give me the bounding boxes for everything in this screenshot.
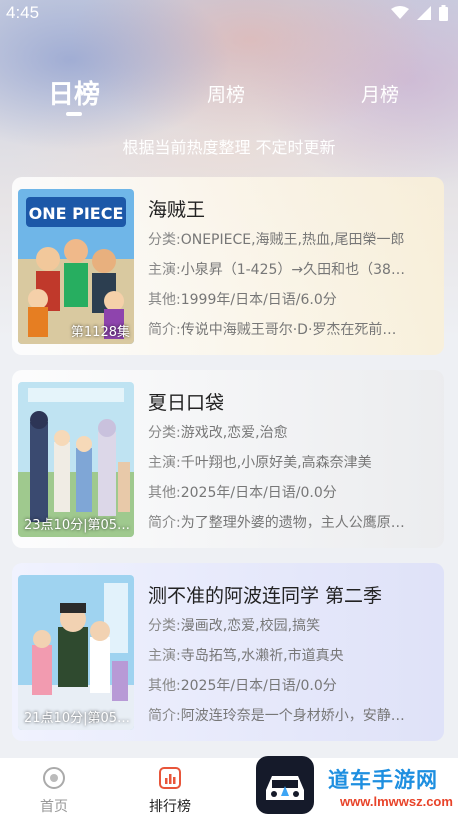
car-logo-icon [256, 756, 314, 814]
other-info-row: 其他:1999年/日本/日语/6.0分 [148, 292, 337, 308]
intro-row: 简介:传说中海贼王哥尔·D·罗杰在死前… [148, 322, 397, 338]
intro-row: 简介:阿波连玲奈是一个身材娇小，安静… [148, 708, 405, 724]
episode-badge: 第1128集 [70, 325, 130, 340]
other-info-row: 其他:2025年/日本/日语/0.0分 [148, 678, 337, 694]
status-bar: 4:45 [0, 0, 458, 26]
tab-indicator [66, 112, 82, 116]
cover-image[interactable]: 21点10分|第05… [18, 575, 134, 730]
wifi-icon [391, 6, 409, 19]
category-row: 分类:漫画改,恋爱,校园,搞笑 [148, 618, 321, 634]
site-watermark: 道车手游网 www.lmwwsz.com [328, 764, 456, 818]
cover-image[interactable]: ONE PIECE 第1128集 [18, 189, 134, 344]
cast-row: 主演:千叶翔也,小原好美,高森奈津美 [148, 455, 372, 471]
list-item[interactable]: 21点10分|第05… 测不准的阿波连同学 第二季 分类:漫画改,恋爱,校园,搞… [12, 563, 444, 741]
tab-daily[interactable]: 日榜 [48, 74, 100, 111]
category-row: 分类:游戏改,恋爱,治愈 [148, 425, 288, 441]
intro-row: 简介:为了整理外婆的遗物，主人公鹰原… [148, 515, 405, 531]
anime-title[interactable]: 夏日口袋 [148, 388, 224, 415]
ranking-icon [159, 767, 181, 789]
nav-home[interactable]: 首页 [19, 766, 89, 816]
status-icons [391, 5, 448, 21]
status-time: 4:45 [6, 3, 40, 22]
tab-monthly[interactable]: 月榜 [361, 80, 399, 107]
anime-title[interactable]: 测不准的阿波连同学 第二季 [148, 581, 382, 608]
svg-text:ONE PIECE: ONE PIECE [29, 204, 124, 223]
other-info-row: 其他:2025年/日本/日语/0.0分 [148, 485, 337, 501]
update-time-badge: 23点10分|第05… [24, 518, 131, 533]
ranking-subtitle: 根据当前热度整理 不定时更新 [122, 138, 336, 157]
signal-icon [417, 6, 431, 20]
nav-ranking-label: 排行榜 [149, 799, 191, 815]
nav-ranking[interactable]: 排行榜 [135, 766, 205, 816]
category-row: 分类:ONEPIECE,海贼王,热血,尾田榮一郎 [148, 232, 405, 248]
battery-icon [439, 5, 448, 21]
home-icon [43, 767, 65, 789]
cast-row: 主演:小泉昇（1-425）→久田和也（38… [148, 262, 405, 278]
list-item[interactable]: 23点10分|第05… 夏日口袋 分类:游戏改,恋爱,治愈 主演:千叶翔也,小原… [12, 370, 444, 548]
watermark-url: www.lmwwsz.com [340, 794, 453, 809]
list-item[interactable]: ONE PIECE 第1128集 海贼王 分类:ONEPIECE,海贼王,热血,… [12, 177, 444, 355]
nav-home-label: 首页 [40, 799, 68, 815]
cover-image[interactable]: 23点10分|第05… [18, 382, 134, 537]
cast-row: 主演:寺岛拓笃,水濑祈,市道真央 [148, 648, 344, 664]
anime-title[interactable]: 海贼王 [148, 195, 205, 222]
tab-weekly[interactable]: 周榜 [207, 80, 245, 107]
watermark-text: 道车手游网 [328, 768, 438, 792]
update-time-badge: 21点10分|第05… [24, 711, 131, 726]
